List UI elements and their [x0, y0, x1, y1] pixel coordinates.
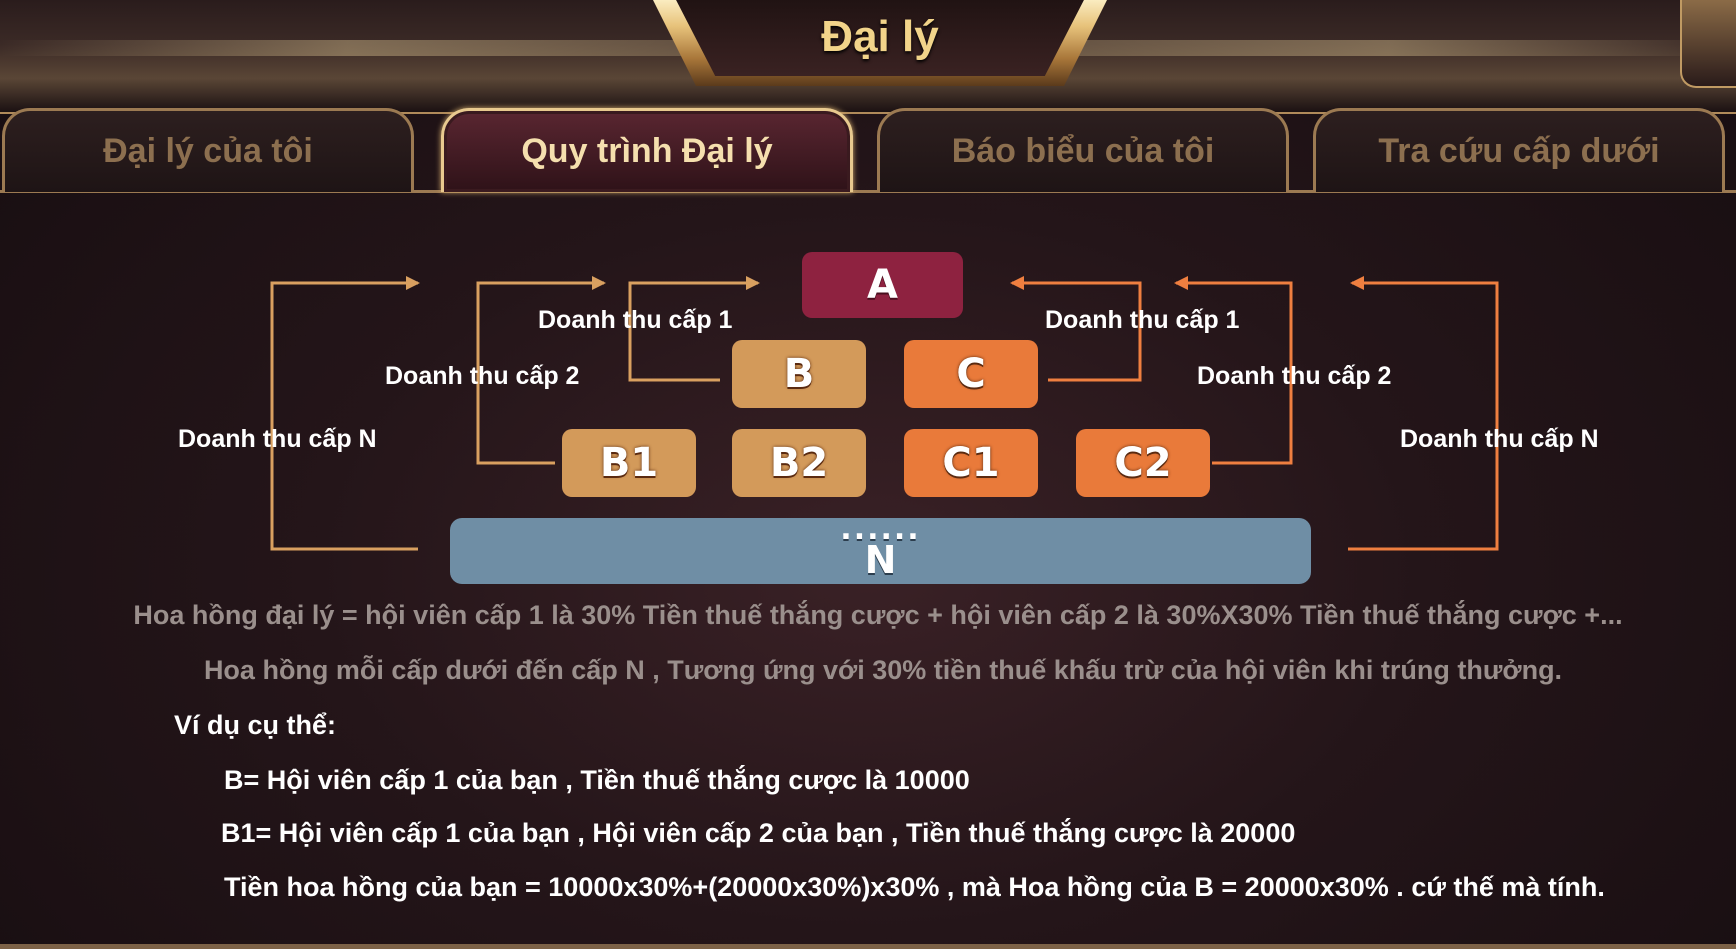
commission-description: Hoa hồng mỗi cấp dưới đến cấp N , Tương … [203, 655, 1563, 685]
example-line-3: Tiền hoa hồng của bạn = 10000x30%+(20000… [224, 872, 1605, 902]
arrow-left-levelN [270, 276, 420, 551]
agency-flow-diagram: A B C B1 B2 C1 C2 ...... N Doanh thu cấp… [0, 0, 1736, 949]
node-b2: B2 [732, 429, 866, 497]
node-c2: C2 [1076, 429, 1210, 497]
commission-formula: Hoa hồng đại lý = hội viên cấp 1 là 30% … [133, 600, 1623, 630]
node-c: C [904, 340, 1038, 408]
label-right-levelN: Doanh thu cấp N [1400, 425, 1599, 453]
flow-arrows [270, 276, 1499, 551]
example-line-1: B= Hội viên cấp 1 của bạn , Tiền thuế th… [224, 765, 970, 795]
arrow-right-levelN [1348, 276, 1499, 551]
node-n-label: N [864, 538, 897, 582]
label-left-level2: Doanh thu cấp 2 [385, 362, 580, 390]
label-right-level1: Doanh thu cấp 1 [1045, 306, 1240, 334]
bottom-border [0, 944, 1736, 949]
node-a: A [802, 252, 963, 318]
node-n: ...... N [450, 512, 1311, 584]
example-heading: Ví dụ cụ thể: [174, 710, 336, 740]
node-c1: C1 [904, 429, 1038, 497]
label-right-level2: Doanh thu cấp 2 [1197, 362, 1392, 390]
label-left-levelN: Doanh thu cấp N [178, 425, 377, 453]
node-b1: B1 [562, 429, 696, 497]
label-left-level1: Doanh thu cấp 1 [538, 306, 733, 334]
node-b: B [732, 340, 866, 408]
example-line-2: B1= Hội viên cấp 1 của bạn , Hội viên cấ… [221, 818, 1296, 848]
